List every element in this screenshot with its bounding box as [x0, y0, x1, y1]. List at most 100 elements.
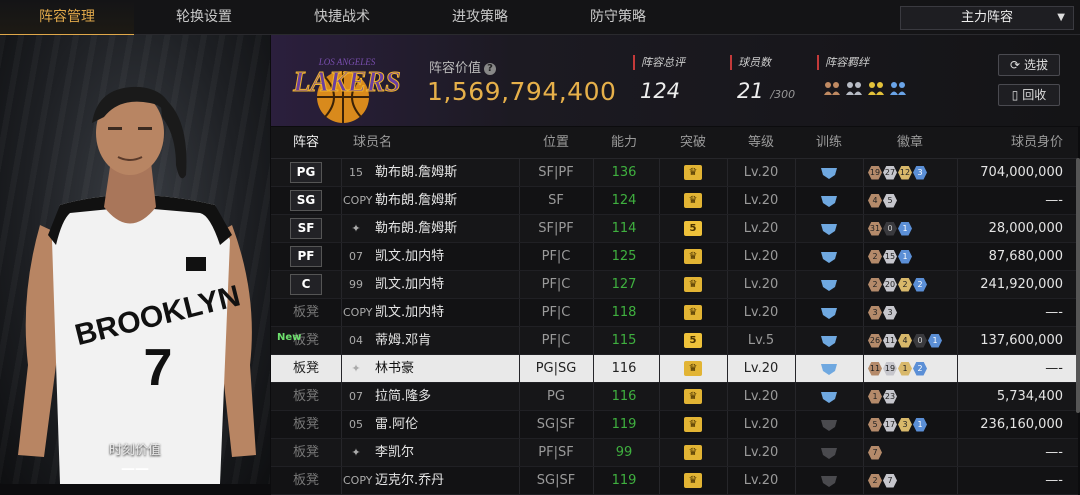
table-row[interactable]: 板凳 ✦ 林书豪 PG|SG 116 ♛ Lv.20 11 19 1 2 —-: [271, 355, 1078, 383]
training-icon[interactable]: [819, 446, 839, 460]
training-cell[interactable]: [796, 159, 862, 186]
table-row[interactable]: PG 15 勒布朗.詹姆斯 SF|PF 136 ♛ Lv.20 19 27 12 3 704,000,…: [271, 159, 1078, 187]
badges-cell[interactable]: 2 20 2 2: [864, 271, 960, 298]
badges-cell[interactable]: 1 23: [864, 383, 960, 410]
slot-badge[interactable]: SF: [290, 218, 322, 239]
training-icon[interactable]: [819, 166, 839, 180]
training-icon[interactable]: [819, 334, 839, 348]
training-icon[interactable]: [819, 278, 839, 292]
help-icon[interactable]: ?: [484, 63, 497, 75]
select-button[interactable]: ⟳ 选拔: [998, 54, 1060, 76]
breakthrough-cell[interactable]: ♛: [660, 383, 726, 410]
table-row[interactable]: 板凳 05 雷.阿伦 SG|SF 119 ♛ Lv.20 5 17 3 1 236,160,000: [271, 411, 1078, 439]
training-cell[interactable]: [796, 215, 862, 242]
slot-badge[interactable]: PF: [290, 246, 322, 267]
breakthrough-cell[interactable]: ♛: [660, 439, 726, 466]
badge-hex-icon: 0: [913, 333, 927, 348]
training-cell[interactable]: [796, 271, 862, 298]
badges-cell[interactable]: 7: [864, 439, 960, 466]
training-cell[interactable]: [796, 355, 862, 382]
breakthrough-cell[interactable]: 5: [660, 327, 726, 354]
table-row[interactable]: SG COPY 勒布朗.詹姆斯 SF 124 ♛ Lv.20 4 5 —-: [271, 187, 1078, 215]
roster-scrollbar[interactable]: [1076, 158, 1080, 413]
training-icon[interactable]: [819, 250, 839, 264]
table-row[interactable]: 板凳 COPY 凯文.加内特 PF|C 118 ♛ Lv.20 3 3 —-: [271, 299, 1078, 327]
tab-quick-tactics[interactable]: 快捷战术: [274, 0, 410, 34]
player-name-cell[interactable]: 07 拉简.隆多: [343, 383, 518, 410]
player-name-cell[interactable]: ✦ 李凯尔: [343, 439, 518, 466]
breakthrough-cell[interactable]: ♛: [660, 355, 726, 382]
training-cell[interactable]: [796, 299, 862, 326]
lineup-dropdown[interactable]: 主力阵容 ▼: [900, 6, 1074, 30]
table-row[interactable]: 板凳 ✦ 李凯尔 PF|SF 99 ♛ Lv.20 7 —-: [271, 439, 1078, 467]
slot-bench[interactable]: 板凳: [293, 473, 319, 488]
badges-cell[interactable]: 33: [864, 299, 960, 326]
training-icon[interactable]: [819, 194, 839, 208]
column-divider: [341, 355, 342, 382]
slot-bench[interactable]: 板凳: [293, 361, 319, 376]
badges-cell[interactable]: 19 27 12 3: [864, 159, 960, 186]
training-cell[interactable]: [796, 383, 862, 410]
slot-badge[interactable]: PG: [290, 162, 322, 183]
breakthrough-cell[interactable]: ♛: [660, 187, 726, 214]
table-row[interactable]: 板凳 COPY 迈克尔.乔丹 SG|SF 119 ♛ Lv.20 2 7 —-: [271, 467, 1078, 495]
training-cell[interactable]: [796, 327, 862, 354]
breakthrough-cell[interactable]: ♛: [660, 243, 726, 270]
slot-badge[interactable]: C: [290, 274, 322, 295]
table-row[interactable]: 板凳 07 拉简.隆多 PG 116 ♛ Lv.20 1 23 5,734,400: [271, 383, 1078, 411]
table-row[interactable]: PF 07 凯文.加内特 PF|C 125 ♛ Lv.20 2 15 1 87,680,000: [271, 243, 1078, 271]
table-row[interactable]: C 99 凯文.加内特 PF|C 127 ♛ Lv.20 2 20 2 2 241,920,000: [271, 271, 1078, 299]
player-name-cell[interactable]: 05 雷.阿伦: [343, 411, 518, 438]
breakthrough-cell[interactable]: ♛: [660, 411, 726, 438]
badges-cell[interactable]: 26 11 4 0 1: [864, 327, 960, 354]
player-name-cell[interactable]: ✦ 勒布朗.詹姆斯: [343, 215, 518, 242]
slot-bench[interactable]: 板凳: [293, 305, 319, 320]
player-name-cell[interactable]: 07 凯文.加内特: [343, 243, 518, 270]
player-name-cell[interactable]: COPY 凯文.加内特: [343, 299, 518, 326]
training-icon[interactable]: [819, 418, 839, 432]
slot-bench[interactable]: 板凳: [293, 445, 319, 460]
training-cell[interactable]: [796, 243, 862, 270]
player-name-cell[interactable]: COPY 勒布朗.詹姆斯: [343, 187, 518, 214]
slot-bench[interactable]: 板凳: [293, 417, 319, 432]
tab-defense-strategy[interactable]: 防守策略: [550, 0, 686, 34]
training-cell[interactable]: [796, 439, 862, 466]
training-cell[interactable]: [796, 411, 862, 438]
player-name-cell[interactable]: ✦ 林书豪: [343, 355, 518, 382]
training-icon[interactable]: [819, 222, 839, 236]
badges-cell[interactable]: 45: [864, 187, 960, 214]
player-name-cell[interactable]: 15 勒布朗.詹姆斯: [343, 159, 518, 186]
training-cell[interactable]: [796, 187, 862, 214]
slot-badge[interactable]: SG: [290, 190, 322, 211]
badges-cell[interactable]: 31 0 1: [864, 215, 960, 242]
tab-rotation-settings[interactable]: 轮换设置: [136, 0, 272, 34]
header-position: 位置: [542, 135, 569, 150]
tab-offense-strategy[interactable]: 进攻策略: [412, 0, 548, 34]
player-name-cell[interactable]: COPY 迈克尔.乔丹: [343, 467, 518, 494]
training-icon[interactable]: [819, 306, 839, 320]
player-rating: 116: [611, 361, 637, 376]
recycle-button[interactable]: ▯ 回收: [998, 84, 1060, 106]
player-name-cell[interactable]: 99 凯文.加内特: [343, 271, 518, 298]
tab-lineup-management[interactable]: 阵容管理: [0, 0, 134, 36]
badges-cell[interactable]: 27: [864, 467, 960, 494]
bond-icons[interactable]: [823, 80, 907, 96]
badges-cell[interactable]: 5 17 3 1: [864, 411, 960, 438]
slot-bench[interactable]: 板凳: [293, 389, 319, 404]
breakthrough-cell[interactable]: 5: [660, 215, 726, 242]
training-cell[interactable]: [796, 467, 862, 494]
table-row[interactable]: SF ✦ 勒布朗.詹姆斯 SF|PF 114 5 Lv.20 31 0 1 28,000,000: [271, 215, 1078, 243]
training-icon[interactable]: [819, 474, 839, 488]
player-name-cell[interactable]: 04 蒂姆.邓肯: [343, 327, 518, 354]
breakthrough-cell[interactable]: ♛: [660, 159, 726, 186]
table-row[interactable]: 板凳 New 04 蒂姆.邓肯 PF|C 115 5 Lv.5 26 11 4 0 1 137,600,0…: [271, 327, 1078, 355]
breakthrough-cell[interactable]: ♛: [660, 467, 726, 494]
player-rating: 99: [615, 445, 633, 460]
breakthrough-cell[interactable]: ♛: [660, 299, 726, 326]
player-name: 雷.阿伦: [375, 417, 419, 432]
badges-cell[interactable]: 2 15 1: [864, 243, 960, 270]
training-icon[interactable]: [819, 390, 839, 404]
breakthrough-cell[interactable]: ♛: [660, 271, 726, 298]
badges-cell[interactable]: 11 19 1 2: [864, 355, 960, 382]
training-icon[interactable]: [819, 362, 839, 376]
